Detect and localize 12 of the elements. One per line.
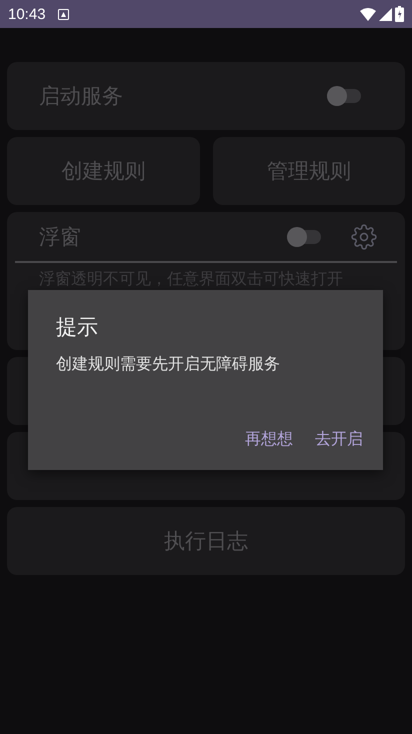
dialog-message: 创建规则需要先开启无障碍服务 <box>56 354 281 375</box>
service-switch[interactable] <box>327 89 361 103</box>
dialog-button[interactable]: 再想想 <box>245 429 293 450</box>
dialog-button[interactable]: 去开启 <box>315 429 363 450</box>
dialog-title: 提示 <box>56 314 99 341</box>
wifi-icon <box>360 8 376 20</box>
signal-icon <box>379 8 392 20</box>
notification-icon <box>58 8 69 20</box>
status-time: 10:43 <box>8 6 46 22</box>
float-window-switch[interactable] <box>287 230 321 244</box>
battery-icon <box>395 6 404 22</box>
settings-icon[interactable] <box>351 224 377 250</box>
